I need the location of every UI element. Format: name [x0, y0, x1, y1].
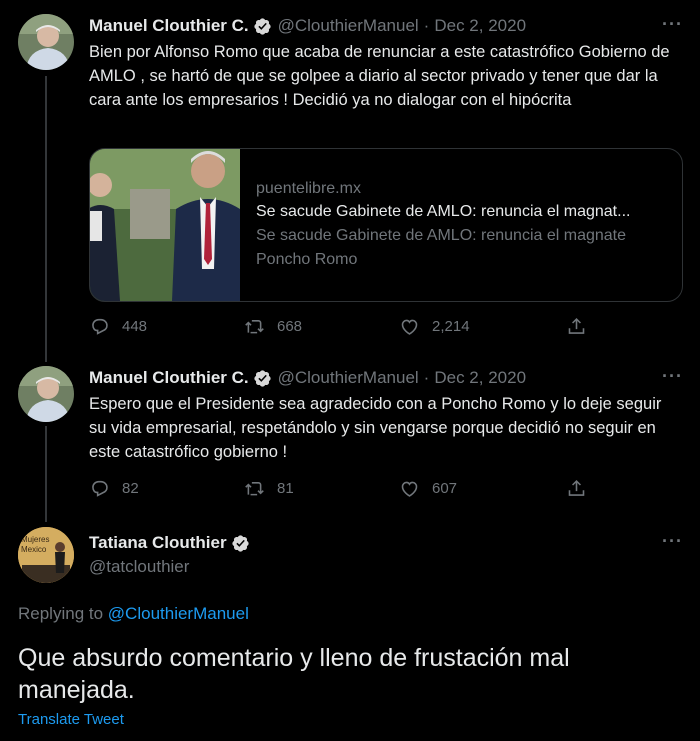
like-button[interactable]: 607 — [399, 478, 457, 499]
card-image — [90, 149, 240, 301]
retweet-button[interactable]: 668 — [244, 316, 302, 337]
author-name[interactable]: Tatiana Clouthier — [89, 533, 227, 553]
card-title: Se sacude Gabinete de AMLO: renuncia el … — [256, 203, 631, 220]
author-name[interactable]: Manuel Clouthier C. — [89, 16, 249, 36]
tweet-header: Manuel Clouthier C. @ClouthierManuel · D… — [89, 368, 526, 388]
share-button[interactable] — [566, 316, 599, 337]
avatar[interactable] — [18, 366, 74, 422]
tweet-header: Manuel Clouthier C. @ClouthierManuel · D… — [89, 16, 526, 36]
avatar[interactable]: Mujeres Mexico — [18, 527, 74, 583]
reply-count: 82 — [122, 480, 139, 497]
main-tweet-text: Que absurdo comentario y lleno de frusta… — [18, 644, 570, 704]
heart-icon — [401, 481, 418, 497]
card-description: Se sacude Gabinete de AMLO: renuncia el … — [256, 227, 627, 268]
avatar-text: Mujeres Mexico — [21, 535, 50, 554]
author-handle[interactable]: @ClouthierManuel — [278, 16, 419, 36]
reply-button[interactable]: 448 — [89, 316, 147, 337]
tweet-header: Tatiana Clouthier — [89, 533, 250, 553]
reply-button[interactable]: 82 — [89, 478, 139, 499]
retweet-count: 81 — [277, 480, 294, 497]
retweet-button[interactable]: 81 — [244, 478, 294, 499]
author-name[interactable]: Manuel Clouthier C. — [89, 368, 249, 388]
share-button[interactable] — [566, 478, 599, 499]
author-handle[interactable]: @ClouthierManuel — [278, 368, 419, 388]
more-options-icon[interactable]: ··· — [662, 366, 683, 387]
more-options-icon[interactable]: ··· — [662, 531, 683, 552]
replying-label: Replying to — [18, 604, 104, 623]
like-button[interactable]: 2,214 — [399, 316, 470, 337]
verified-badge-icon — [254, 369, 271, 387]
heart-icon — [401, 319, 418, 335]
like-count: 2,214 — [432, 318, 470, 335]
verified-badge-icon — [231, 534, 249, 552]
retweet-count: 668 — [277, 318, 303, 335]
share-icon — [568, 479, 585, 496]
like-count: 607 — [432, 480, 458, 497]
link-card[interactable]: puentelibre.mx Se sacude Gabinete de AML… — [89, 148, 683, 302]
card-domain: puentelibre.mx — [256, 180, 361, 197]
more-options-icon[interactable]: ··· — [662, 14, 683, 35]
translate-tweet-link[interactable]: Translate Tweet — [18, 711, 124, 728]
tweet-date[interactable]: Dec 2, 2020 — [434, 368, 526, 388]
thread-line — [45, 76, 47, 362]
tweet-text: Bien por Alfonso Romo que acaba de renun… — [89, 43, 670, 109]
avatar[interactable] — [18, 14, 74, 70]
verified-badge-icon — [254, 17, 271, 35]
thread-line — [45, 426, 47, 522]
retweet-icon — [245, 320, 264, 334]
author-handle[interactable]: @tatclouthier — [89, 557, 189, 577]
tweet-date[interactable]: Dec 2, 2020 — [434, 16, 526, 36]
tweet-text: Espero que el Presidente sea agradecido … — [89, 395, 662, 461]
separator: · — [423, 16, 430, 35]
retweet-icon — [245, 482, 264, 496]
reply-count: 448 — [122, 318, 148, 335]
separator: · — [423, 368, 430, 387]
share-icon — [568, 317, 585, 334]
reply-icon — [92, 480, 108, 497]
replying-to: Replying to @ClouthierManuel — [18, 604, 249, 624]
replying-handle-link[interactable]: @ClouthierManuel — [108, 604, 249, 623]
reply-icon — [92, 318, 108, 335]
card-body: puentelibre.mx Se sacude Gabinete de AML… — [240, 149, 682, 301]
